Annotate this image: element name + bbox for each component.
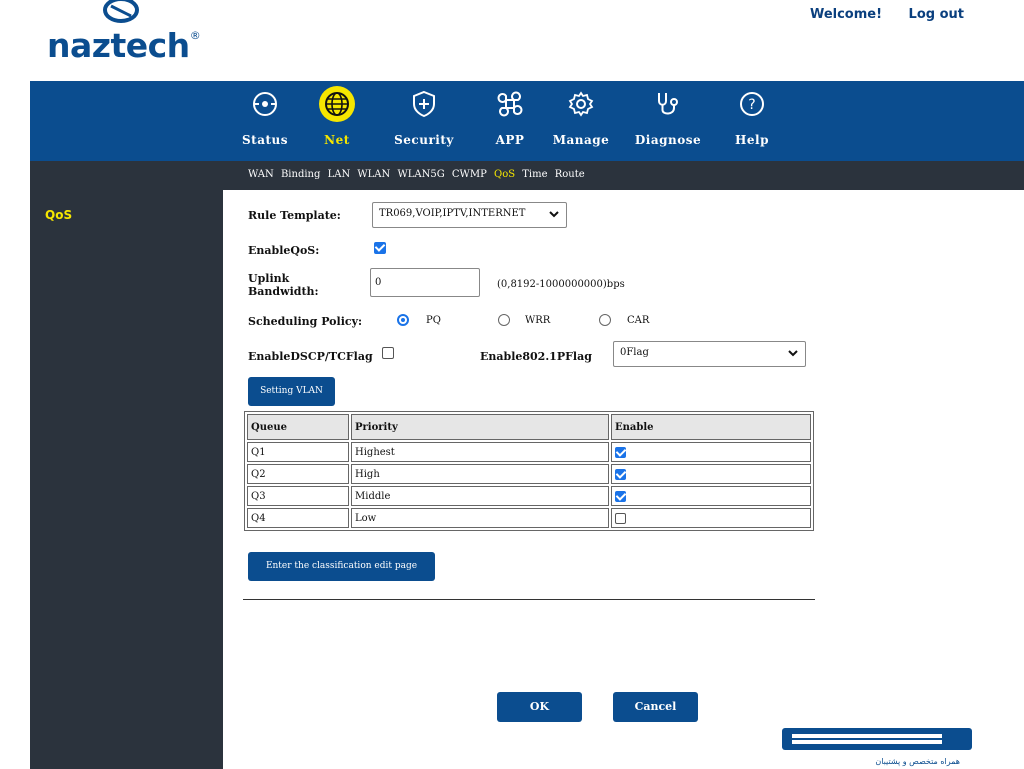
uplink-bandwidth-hint: (0,8192-1000000000)bps bbox=[497, 279, 625, 290]
queue-cell: Q2 bbox=[247, 464, 349, 484]
radio-wrr[interactable] bbox=[498, 314, 510, 326]
header-priority: Priority bbox=[351, 414, 609, 440]
nav-status[interactable]: Status bbox=[240, 86, 290, 147]
enable-checkbox[interactable] bbox=[615, 490, 626, 502]
nav-status-label: Status bbox=[241, 133, 288, 147]
nav-net-label: Net bbox=[324, 133, 350, 147]
enable-cell bbox=[611, 442, 811, 462]
enable-8021p-value: 0Flag bbox=[620, 347, 649, 358]
svg-text:?: ? bbox=[748, 97, 755, 113]
uplink-bandwidth-label: Uplink Bandwidth: bbox=[248, 272, 319, 298]
globe-icon bbox=[319, 86, 355, 122]
queue-cell: Q3 bbox=[247, 486, 349, 506]
sub-nav: WAN Binding LAN WLAN WLAN5G CWMP QoS Tim… bbox=[30, 161, 1024, 190]
radio-pq[interactable] bbox=[397, 314, 409, 326]
queue-cell: Q4 bbox=[247, 508, 349, 528]
chevron-down-icon bbox=[788, 350, 798, 357]
logo-mark-icon bbox=[103, 0, 139, 23]
nav-diagnose[interactable]: Diagnose bbox=[630, 86, 706, 147]
radio-car[interactable] bbox=[599, 314, 611, 326]
uplink-bandwidth-input[interactable]: 0 bbox=[370, 268, 480, 297]
enable-cell bbox=[611, 508, 811, 528]
enable-cell bbox=[611, 486, 811, 506]
partner-tagline: همراه متخصص و پشتیبان bbox=[875, 757, 960, 766]
queue-cell: Q1 bbox=[247, 442, 349, 462]
nav-manage[interactable]: Manage bbox=[550, 86, 612, 147]
nav-diagnose-label: Diagnose bbox=[634, 133, 702, 147]
classification-edit-button[interactable]: Enter the classification edit page bbox=[248, 552, 435, 581]
enable-dscp-label: EnableDSCP/TCFlag bbox=[248, 350, 373, 363]
partner-logo-mark-icon bbox=[782, 728, 972, 750]
logo-text: naztech® bbox=[47, 26, 201, 65]
nav-help-label: Help bbox=[735, 133, 769, 147]
priority-cell: Highest bbox=[351, 442, 609, 462]
enable-qos-label: EnableQoS: bbox=[248, 244, 320, 257]
enable-8021p-select[interactable]: 0Flag bbox=[613, 341, 806, 367]
nav-app[interactable]: APP bbox=[490, 86, 530, 147]
table-header-row: Queue Priority Enable bbox=[247, 414, 811, 440]
shield-plus-icon bbox=[406, 86, 442, 122]
subnav-time[interactable]: Time bbox=[522, 169, 547, 180]
table-row: Q2 High bbox=[247, 464, 811, 484]
header-enable: Enable bbox=[611, 414, 811, 440]
radio-car-label: CAR bbox=[627, 315, 650, 326]
sidebar: QoS bbox=[30, 190, 223, 769]
gear-icon bbox=[563, 86, 599, 122]
priority-cell: Middle bbox=[351, 486, 609, 506]
queue-table: Queue Priority Enable Q1 Highest Q2 High… bbox=[244, 411, 814, 531]
nav-app-label: APP bbox=[495, 133, 525, 147]
top-links: Welcome! Log out bbox=[788, 7, 964, 22]
subnav-wan[interactable]: WAN bbox=[248, 169, 274, 180]
subnav-cwmp[interactable]: CWMP bbox=[452, 169, 487, 180]
logout-link[interactable]: Log out bbox=[909, 7, 964, 22]
ok-button[interactable]: OK bbox=[497, 692, 582, 722]
radio-wrr-label: WRR bbox=[525, 315, 551, 326]
stethoscope-icon bbox=[650, 86, 686, 122]
subnav-route[interactable]: Route bbox=[555, 169, 585, 180]
priority-cell: High bbox=[351, 464, 609, 484]
subnav-qos[interactable]: QoS bbox=[494, 169, 515, 180]
enable-qos-checkbox[interactable] bbox=[374, 242, 386, 254]
radio-pq-label: PQ bbox=[426, 315, 441, 326]
divider bbox=[243, 599, 815, 600]
rule-template-label: Rule Template: bbox=[248, 209, 341, 222]
rule-template-value: TR069,VOIP,IPTV,INTERNET bbox=[379, 208, 526, 219]
header-queue: Queue bbox=[247, 414, 349, 440]
table-row: Q4 Low bbox=[247, 508, 811, 528]
nav-security-label: Security bbox=[394, 133, 454, 147]
nav-net[interactable]: Net bbox=[317, 86, 357, 147]
partner-logo: همراه متخصص و پشتیبان bbox=[782, 724, 972, 769]
enable-checkbox[interactable] bbox=[615, 468, 626, 480]
subnav-lan[interactable]: LAN bbox=[328, 169, 351, 180]
main-nav: Status Net Security APP Manage Diagnose … bbox=[30, 81, 1024, 161]
chevron-down-icon bbox=[549, 211, 559, 218]
setting-vlan-button[interactable]: Setting VLAN bbox=[248, 377, 335, 406]
naztech-logo: naztech® bbox=[47, 0, 217, 66]
subnav-wlan[interactable]: WLAN bbox=[357, 169, 390, 180]
enable-checkbox[interactable] bbox=[615, 512, 626, 524]
enable-8021p-label: Enable802.1PFlag bbox=[480, 350, 592, 363]
command-key-icon bbox=[492, 86, 528, 122]
nav-manage-label: Manage bbox=[552, 133, 610, 147]
question-circle-icon: ? bbox=[734, 86, 770, 122]
nav-security[interactable]: Security bbox=[388, 86, 460, 147]
subnav-binding[interactable]: Binding bbox=[281, 169, 320, 180]
uplink-label-line1: Uplink bbox=[248, 272, 290, 285]
nav-help[interactable]: ? Help bbox=[732, 86, 772, 147]
crosshair-circle-icon bbox=[247, 86, 283, 122]
priority-cell: Low bbox=[351, 508, 609, 528]
enable-dscp-checkbox[interactable] bbox=[382, 347, 394, 359]
enable-cell bbox=[611, 464, 811, 484]
sidebar-item-qos[interactable]: QoS bbox=[45, 208, 72, 222]
cancel-button[interactable]: Cancel bbox=[613, 692, 698, 722]
table-row: Q1 Highest bbox=[247, 442, 811, 462]
sub-nav-links: WAN Binding LAN WLAN WLAN5G CWMP QoS Tim… bbox=[248, 169, 589, 180]
scheduling-policy-label: Scheduling Policy: bbox=[248, 315, 363, 328]
subnav-wlan5g[interactable]: WLAN5G bbox=[397, 169, 444, 180]
rule-template-select[interactable]: TR069,VOIP,IPTV,INTERNET bbox=[372, 202, 567, 228]
welcome-text: Welcome! bbox=[809, 7, 883, 22]
uplink-label-line2: Bandwidth: bbox=[248, 285, 319, 298]
enable-checkbox[interactable] bbox=[615, 446, 626, 458]
table-row: Q3 Middle bbox=[247, 486, 811, 506]
